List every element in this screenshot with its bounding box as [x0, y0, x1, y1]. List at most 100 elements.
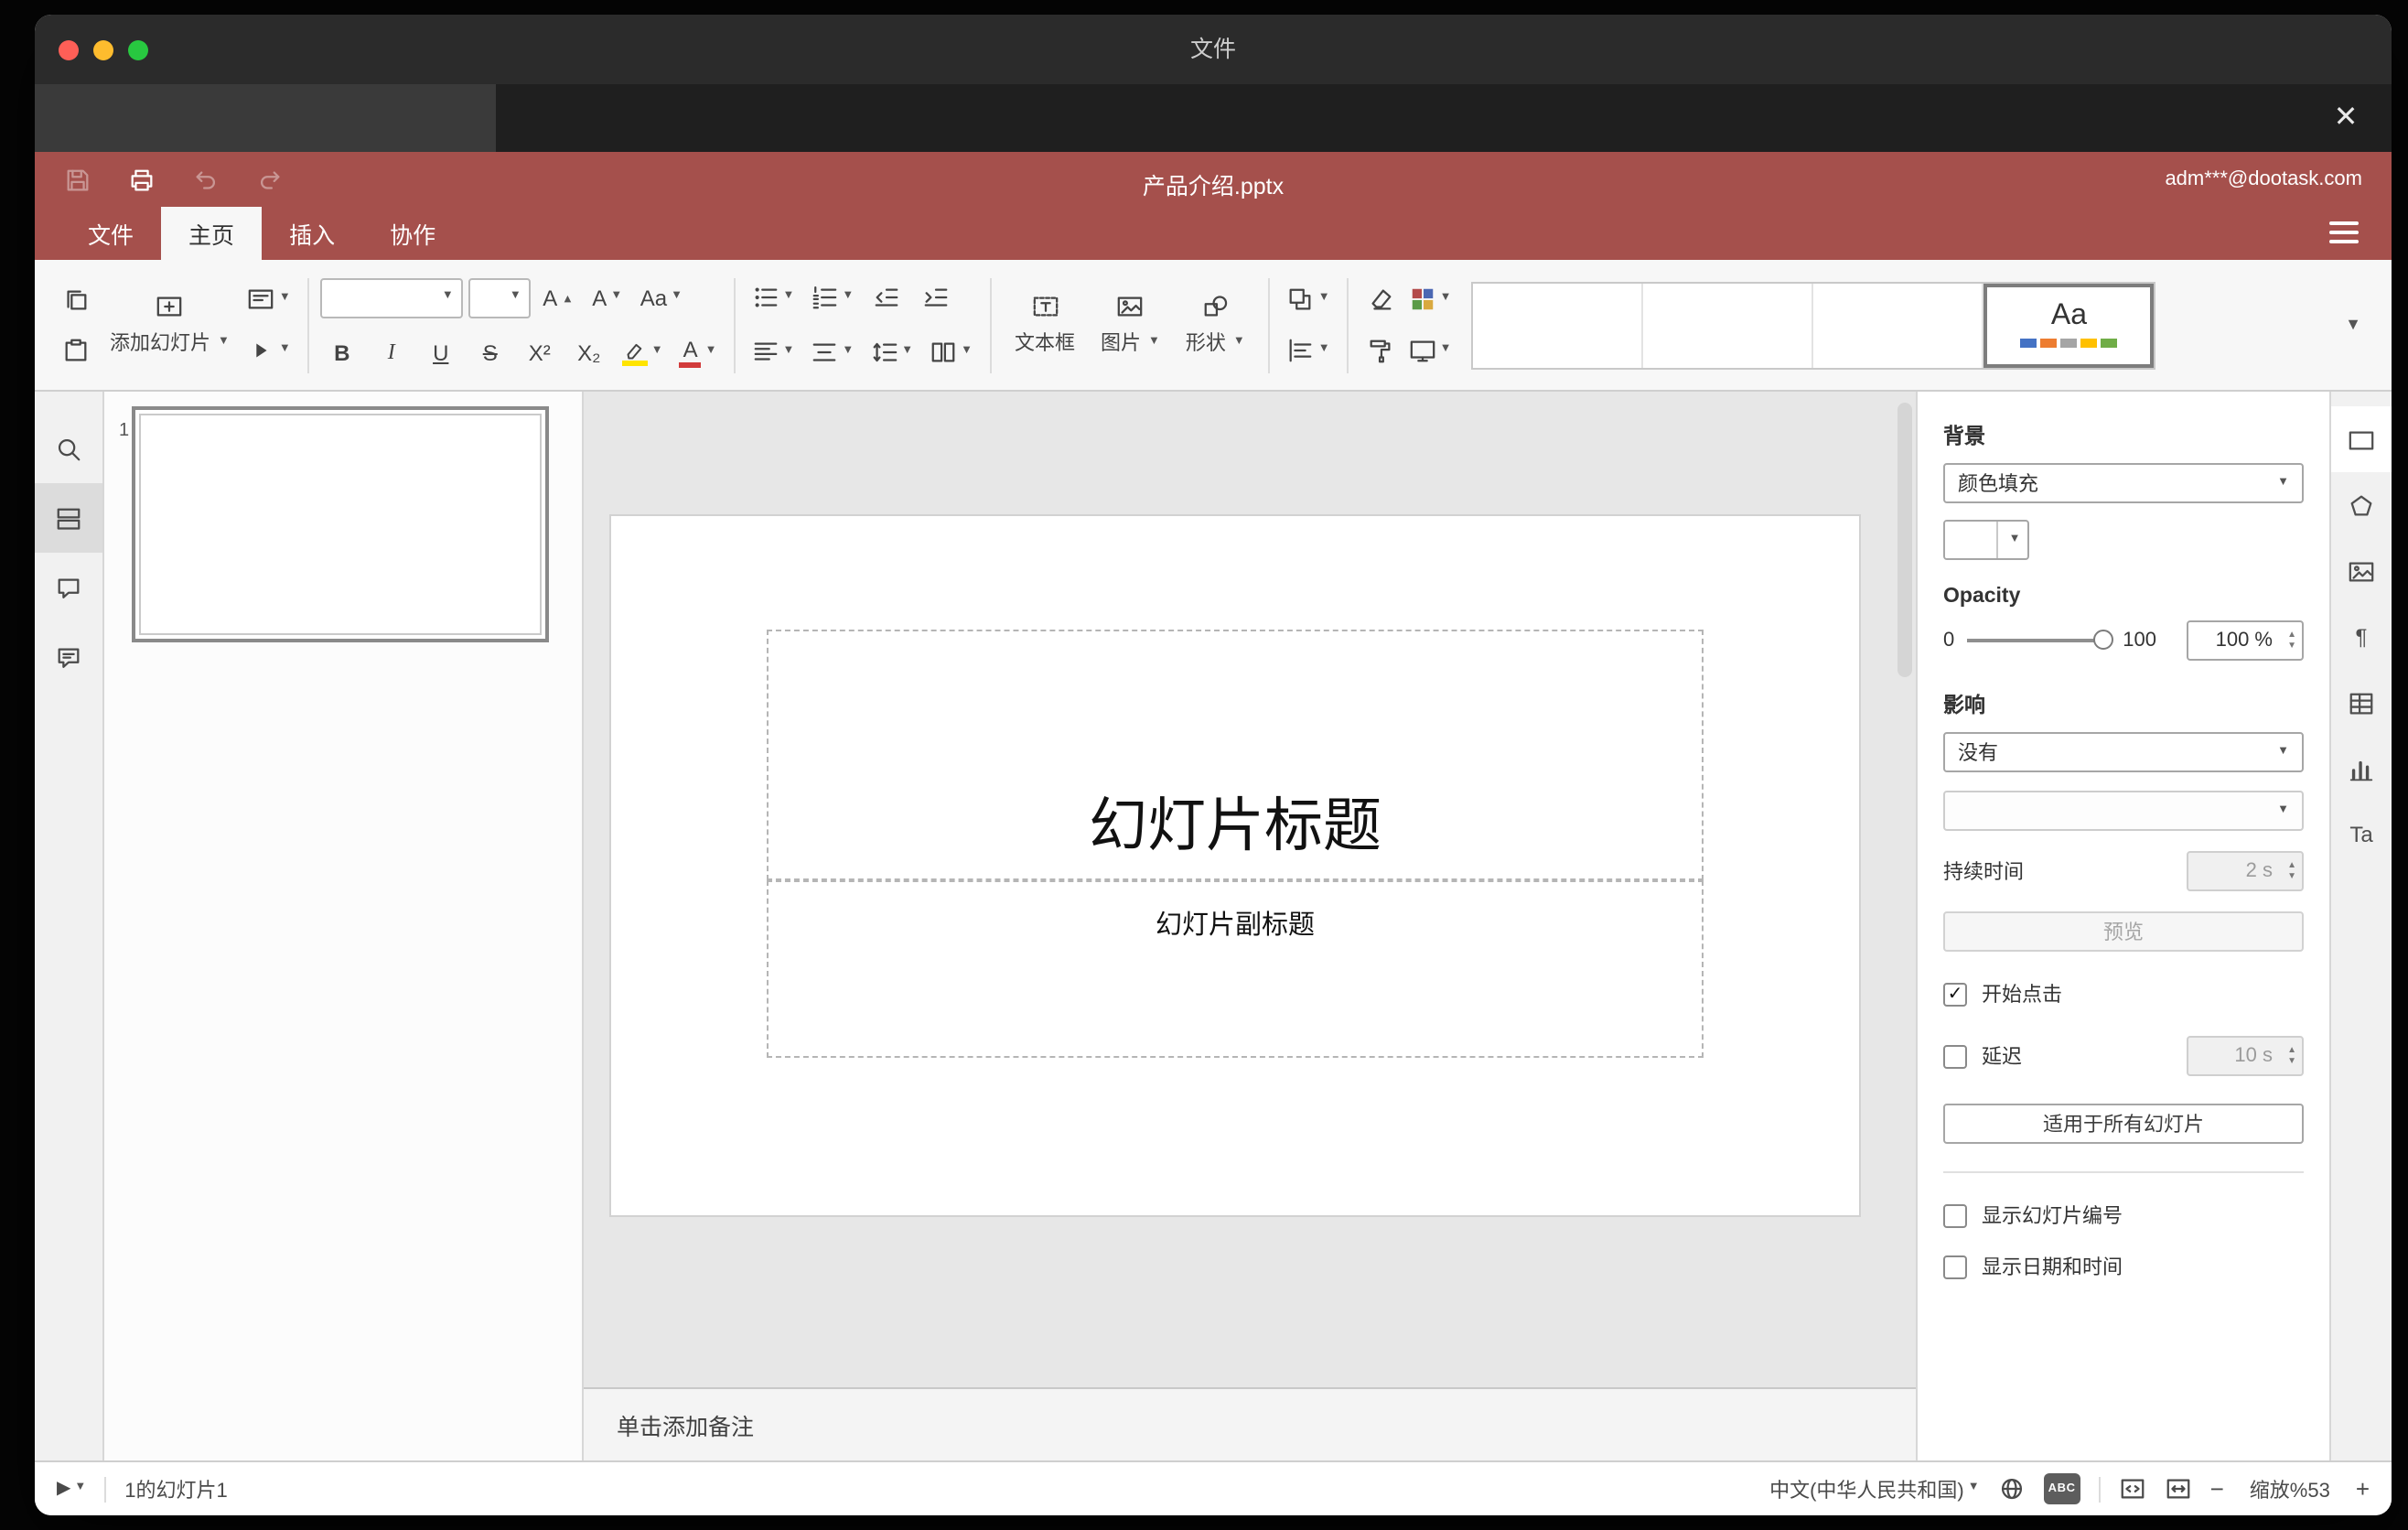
bullets-button[interactable]: ▼	[747, 275, 801, 319]
show-slide-number-checkbox[interactable]	[1943, 1203, 1967, 1227]
font-name-combo[interactable]: ▼	[319, 277, 463, 318]
numbering-button[interactable]: ▼	[805, 275, 859, 319]
decrease-indent-button[interactable]	[865, 275, 908, 319]
slide-title-text: 幻灯片标题	[1088, 792, 1381, 858]
undo-icon[interactable]	[192, 166, 220, 193]
start-slideshow-button[interactable]: ▼	[242, 329, 296, 372]
spinner-arrows[interactable]: ▲ ▼	[2287, 1038, 2296, 1074]
copy-style-button[interactable]	[1360, 329, 1403, 372]
italic-button[interactable]: I	[370, 330, 414, 374]
vertical-scrollbar[interactable]	[1897, 403, 1912, 677]
print-icon[interactable]	[128, 166, 156, 193]
decrease-font-button[interactable]: A ▼	[586, 275, 629, 319]
chevron-down-icon: ▼	[782, 289, 795, 303]
feedback-button[interactable]	[35, 622, 102, 692]
font-color-button[interactable]: A ▼	[674, 330, 723, 374]
align-shapes-button[interactable]: ▼	[1282, 329, 1336, 372]
chart-settings-icon	[2349, 760, 2373, 781]
preview-button[interactable]: 预览	[1943, 911, 2304, 952]
delay-checkbox[interactable]	[1943, 1044, 1967, 1068]
underline-button[interactable]: U	[419, 330, 463, 374]
chart-settings-tab[interactable]	[2331, 736, 2392, 802]
image-settings-tab[interactable]	[2331, 538, 2392, 604]
maximize-traffic-light[interactable]	[128, 40, 148, 60]
change-layout-button[interactable]: ▼	[242, 277, 296, 321]
search-button[interactable]	[35, 414, 102, 483]
tab-collaboration[interactable]: 协作	[362, 207, 463, 260]
increase-indent-button[interactable]	[914, 275, 958, 319]
color-scheme-button[interactable]: ▼	[1403, 277, 1457, 321]
start-slideshow-status-button[interactable]: ▶ ▼	[57, 1479, 86, 1498]
font-size-combo[interactable]: ▼	[468, 277, 531, 318]
duration-spinner[interactable]: 2 s ▲ ▼	[2187, 851, 2304, 891]
slide-size-button[interactable]: ▼	[1403, 329, 1457, 372]
redo-icon[interactable]	[256, 166, 284, 193]
increase-font-button[interactable]: A ▼	[536, 275, 580, 319]
apply-to-all-button[interactable]: 适用于所有幻灯片	[1943, 1104, 2304, 1144]
vertical-align-button[interactable]: ▼	[805, 330, 859, 374]
zoom-out-button[interactable]: −	[2210, 1475, 2224, 1503]
textart-settings-tab[interactable]: Ta	[2331, 802, 2392, 867]
image-label: 图片	[1101, 333, 1141, 355]
tab-insert[interactable]: 插入	[262, 207, 362, 260]
spinner-arrows[interactable]: ▲ ▼	[2287, 622, 2296, 659]
show-date-time-checkbox[interactable]	[1943, 1255, 1967, 1278]
close-traffic-light[interactable]	[59, 40, 79, 60]
bold-button[interactable]: B	[320, 330, 364, 374]
theme-option[interactable]	[1813, 283, 1984, 367]
theme-option[interactable]	[1643, 283, 1814, 367]
line-spacing-button[interactable]: ▼	[865, 330, 919, 374]
opacity-spinner[interactable]: 100 % ▲ ▼	[2187, 620, 2304, 661]
language-selector[interactable]: 中文(中华人民共和国) ▼	[1769, 1474, 1980, 1503]
clear-style-button[interactable]	[1360, 277, 1403, 321]
tab-home[interactable]: 主页	[161, 207, 263, 260]
strikethrough-button[interactable]: S	[468, 330, 512, 374]
theme-option[interactable]	[1473, 283, 1644, 367]
document-language-button[interactable]	[1998, 1475, 2026, 1503]
table-settings-tab[interactable]	[2331, 670, 2392, 736]
insert-image-button[interactable]: 图片 ▼	[1088, 274, 1173, 376]
fit-slide-button[interactable]	[2119, 1475, 2146, 1503]
start-on-click-checkbox[interactable]: ✓	[1943, 982, 1967, 1006]
fill-type-select[interactable]: 颜色填充 ▼	[1943, 463, 2304, 503]
paste-icon[interactable]	[53, 329, 97, 372]
columns-button[interactable]: ▼	[924, 330, 978, 374]
subscript-button[interactable]: X₂	[567, 330, 611, 374]
title-placeholder[interactable]: 幻灯片标题	[767, 630, 1704, 880]
shape-settings-tab[interactable]	[2331, 472, 2392, 538]
opacity-slider[interactable]	[1967, 630, 2114, 650]
effect-type-select[interactable]: ▼	[1943, 791, 2304, 831]
horizontal-align-button[interactable]: ▼	[747, 330, 801, 374]
save-icon[interactable]	[64, 166, 91, 193]
theme-option-selected[interactable]: Aa	[1983, 283, 2155, 367]
spellcheck-toggle[interactable]: ABC	[2043, 1473, 2080, 1504]
fill-color-picker[interactable]: ▼	[1943, 520, 2029, 560]
delay-spinner[interactable]: 10 s ▲ ▼	[2187, 1036, 2304, 1076]
slide-settings-tab[interactable]	[2331, 406, 2392, 472]
insert-textbox-button[interactable]: 文本框	[1002, 274, 1088, 376]
superscript-button[interactable]: X²	[518, 330, 562, 374]
minimize-traffic-light[interactable]	[93, 40, 113, 60]
highlight-color-button[interactable]: ▼	[617, 330, 669, 374]
arrange-shapes-button[interactable]: ▼	[1282, 277, 1336, 321]
paragraph-settings-tab[interactable]: ¶	[2331, 604, 2392, 670]
close-icon[interactable]: ✕	[2326, 97, 2366, 137]
slide-thumbnail-selected[interactable]	[132, 406, 549, 642]
copy-icon[interactable]	[53, 277, 97, 321]
spinner-arrows[interactable]: ▲ ▼	[2287, 853, 2296, 889]
hamburger-menu-icon[interactable]	[2329, 221, 2359, 243]
theme-gallery-expand-button[interactable]: ▼	[2329, 281, 2373, 369]
notes-area[interactable]: 单击添加备注	[584, 1387, 1916, 1460]
subtitle-placeholder[interactable]: 幻灯片副标题	[767, 880, 1704, 1058]
slides-panel-button[interactable]	[35, 483, 102, 553]
zoom-in-button[interactable]: +	[2356, 1475, 2370, 1503]
opacity-slider-handle[interactable]	[2093, 630, 2114, 650]
add-slide-button[interactable]: 添加幻灯片 ▼	[97, 274, 242, 376]
change-case-button[interactable]: Aa ▼	[635, 275, 688, 319]
slide-canvas[interactable]: 幻灯片标题 幻灯片副标题	[609, 514, 1861, 1217]
tab-file[interactable]: 文件	[60, 207, 161, 260]
comments-button[interactable]	[35, 553, 102, 622]
insert-shape-button[interactable]: 形状 ▼	[1173, 274, 1258, 376]
effect-select[interactable]: 没有 ▼	[1943, 732, 2304, 772]
fit-width-button[interactable]	[2165, 1475, 2192, 1503]
